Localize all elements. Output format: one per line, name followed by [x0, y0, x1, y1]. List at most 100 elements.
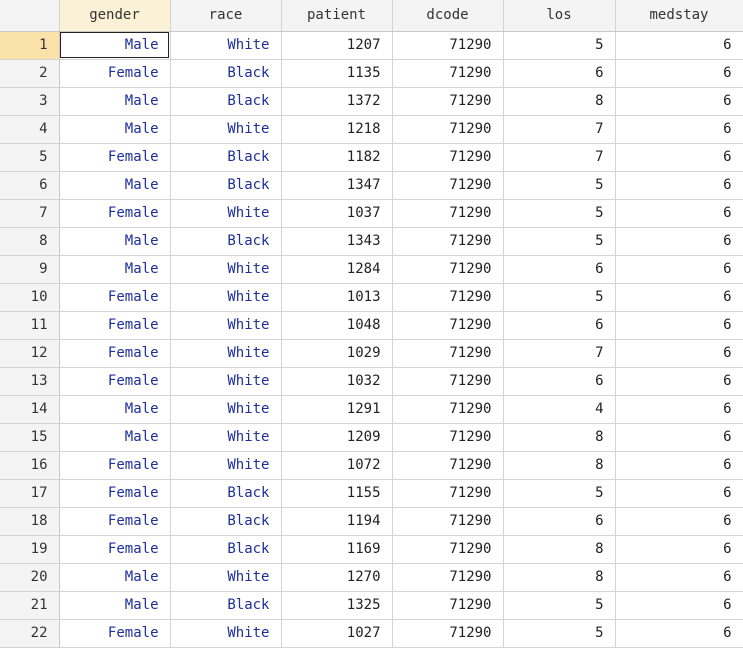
cell-dcode[interactable]: 71290	[392, 311, 504, 340]
cell-race[interactable]: White	[170, 451, 282, 480]
table-row[interactable]: 11 Female White 1048 71290 6 6	[0, 311, 743, 340]
cell-patient[interactable]: 1194	[281, 507, 393, 536]
cell-dcode[interactable]: 71290	[392, 423, 504, 452]
cell-dcode[interactable]: 71290	[392, 87, 504, 116]
cell-race[interactable]: Black	[170, 227, 282, 256]
cell-medstay[interactable]: 6	[615, 423, 743, 452]
cell-medstay[interactable]: 6	[615, 311, 743, 340]
cell-gender[interactable]: Male	[59, 227, 171, 256]
cell-race[interactable]: Black	[170, 143, 282, 172]
cell-los[interactable]: 5	[503, 171, 616, 200]
cell-medstay[interactable]: 6	[615, 479, 743, 508]
cell-gender[interactable]: Female	[59, 451, 171, 480]
column-header-dcode[interactable]: dcode	[392, 0, 504, 32]
cell-los[interactable]: 7	[503, 143, 616, 172]
cell-dcode[interactable]: 71290	[392, 143, 504, 172]
cell-dcode[interactable]: 71290	[392, 283, 504, 312]
cell-patient[interactable]: 1032	[281, 367, 393, 396]
cell-los[interactable]: 5	[503, 479, 616, 508]
table-row[interactable]: 15 Male White 1209 71290 8 6	[0, 423, 743, 452]
cell-patient[interactable]: 1027	[281, 619, 393, 648]
table-row[interactable]: 4 Male White 1218 71290 7 6	[0, 115, 743, 144]
row-number[interactable]: 22	[0, 619, 60, 648]
cell-dcode[interactable]: 71290	[392, 535, 504, 564]
cell-race[interactable]: Black	[170, 591, 282, 620]
cell-medstay[interactable]: 6	[615, 59, 743, 88]
cell-los[interactable]: 6	[503, 255, 616, 284]
cell-race[interactable]: Black	[170, 59, 282, 88]
cell-dcode[interactable]: 71290	[392, 339, 504, 368]
cell-los[interactable]: 5	[503, 199, 616, 228]
column-header-los[interactable]: los	[503, 0, 616, 32]
cell-los[interactable]: 8	[503, 87, 616, 116]
cell-los[interactable]: 5	[503, 619, 616, 648]
cell-medstay[interactable]: 6	[615, 199, 743, 228]
row-number[interactable]: 6	[0, 171, 60, 200]
cell-patient[interactable]: 1325	[281, 591, 393, 620]
cell-patient[interactable]: 1270	[281, 563, 393, 592]
cell-medstay[interactable]: 6	[615, 619, 743, 648]
cell-patient[interactable]: 1291	[281, 395, 393, 424]
cell-medstay[interactable]: 6	[615, 171, 743, 200]
table-row[interactable]: 21 Male Black 1325 71290 5 6	[0, 591, 743, 620]
row-number[interactable]: 14	[0, 395, 60, 424]
cell-los[interactable]: 6	[503, 59, 616, 88]
cell-medstay[interactable]: 6	[615, 507, 743, 536]
table-row[interactable]: 22 Female White 1027 71290 5 6	[0, 619, 743, 648]
row-number[interactable]: 17	[0, 479, 60, 508]
table-row[interactable]: 8 Male Black 1343 71290 5 6	[0, 227, 743, 256]
row-number[interactable]: 1	[0, 31, 60, 60]
cell-race[interactable]: White	[170, 395, 282, 424]
cell-medstay[interactable]: 6	[615, 255, 743, 284]
cell-medstay[interactable]: 6	[615, 87, 743, 116]
cell-patient[interactable]: 1072	[281, 451, 393, 480]
cell-gender[interactable]: Female	[59, 619, 171, 648]
cell-gender[interactable]: Female	[59, 535, 171, 564]
cell-gender[interactable]: Male	[59, 31, 171, 60]
row-number[interactable]: 18	[0, 507, 60, 536]
row-number[interactable]: 2	[0, 59, 60, 88]
cell-race[interactable]: White	[170, 423, 282, 452]
cell-patient[interactable]: 1218	[281, 115, 393, 144]
cell-los[interactable]: 4	[503, 395, 616, 424]
cell-medstay[interactable]: 6	[615, 31, 743, 60]
column-header-medstay[interactable]: medstay	[615, 0, 743, 32]
cell-patient[interactable]: 1182	[281, 143, 393, 172]
cell-medstay[interactable]: 6	[615, 535, 743, 564]
row-number[interactable]: 7	[0, 199, 60, 228]
cell-race[interactable]: White	[170, 283, 282, 312]
table-row[interactable]: 1 Male White 1207 71290 5 6	[0, 31, 743, 60]
cell-patient[interactable]: 1048	[281, 311, 393, 340]
table-row[interactable]: 18 Female Black 1194 71290 6 6	[0, 507, 743, 536]
row-number[interactable]: 13	[0, 367, 60, 396]
cell-medstay[interactable]: 6	[615, 115, 743, 144]
cell-patient[interactable]: 1037	[281, 199, 393, 228]
cell-gender[interactable]: Female	[59, 143, 171, 172]
row-number[interactable]: 16	[0, 451, 60, 480]
table-row[interactable]: 5 Female Black 1182 71290 7 6	[0, 143, 743, 172]
corner-cell[interactable]	[0, 0, 60, 32]
cell-gender[interactable]: Female	[59, 311, 171, 340]
cell-los[interactable]: 8	[503, 451, 616, 480]
table-row[interactable]: 19 Female Black 1169 71290 8 6	[0, 535, 743, 564]
row-number[interactable]: 11	[0, 311, 60, 340]
cell-medstay[interactable]: 6	[615, 143, 743, 172]
cell-gender[interactable]: Male	[59, 87, 171, 116]
table-row[interactable]: 9 Male White 1284 71290 6 6	[0, 255, 743, 284]
cell-los[interactable]: 6	[503, 367, 616, 396]
row-number[interactable]: 10	[0, 283, 60, 312]
cell-patient[interactable]: 1169	[281, 535, 393, 564]
cell-dcode[interactable]: 71290	[392, 171, 504, 200]
cell-race[interactable]: White	[170, 255, 282, 284]
cell-dcode[interactable]: 71290	[392, 619, 504, 648]
table-row[interactable]: 3 Male Black 1372 71290 8 6	[0, 87, 743, 116]
cell-race[interactable]: White	[170, 619, 282, 648]
cell-dcode[interactable]: 71290	[392, 227, 504, 256]
table-row[interactable]: 13 Female White 1032 71290 6 6	[0, 367, 743, 396]
cell-race[interactable]: White	[170, 31, 282, 60]
cell-gender[interactable]: Female	[59, 479, 171, 508]
cell-dcode[interactable]: 71290	[392, 591, 504, 620]
cell-los[interactable]: 7	[503, 339, 616, 368]
cell-gender[interactable]: Male	[59, 423, 171, 452]
cell-los[interactable]: 8	[503, 563, 616, 592]
